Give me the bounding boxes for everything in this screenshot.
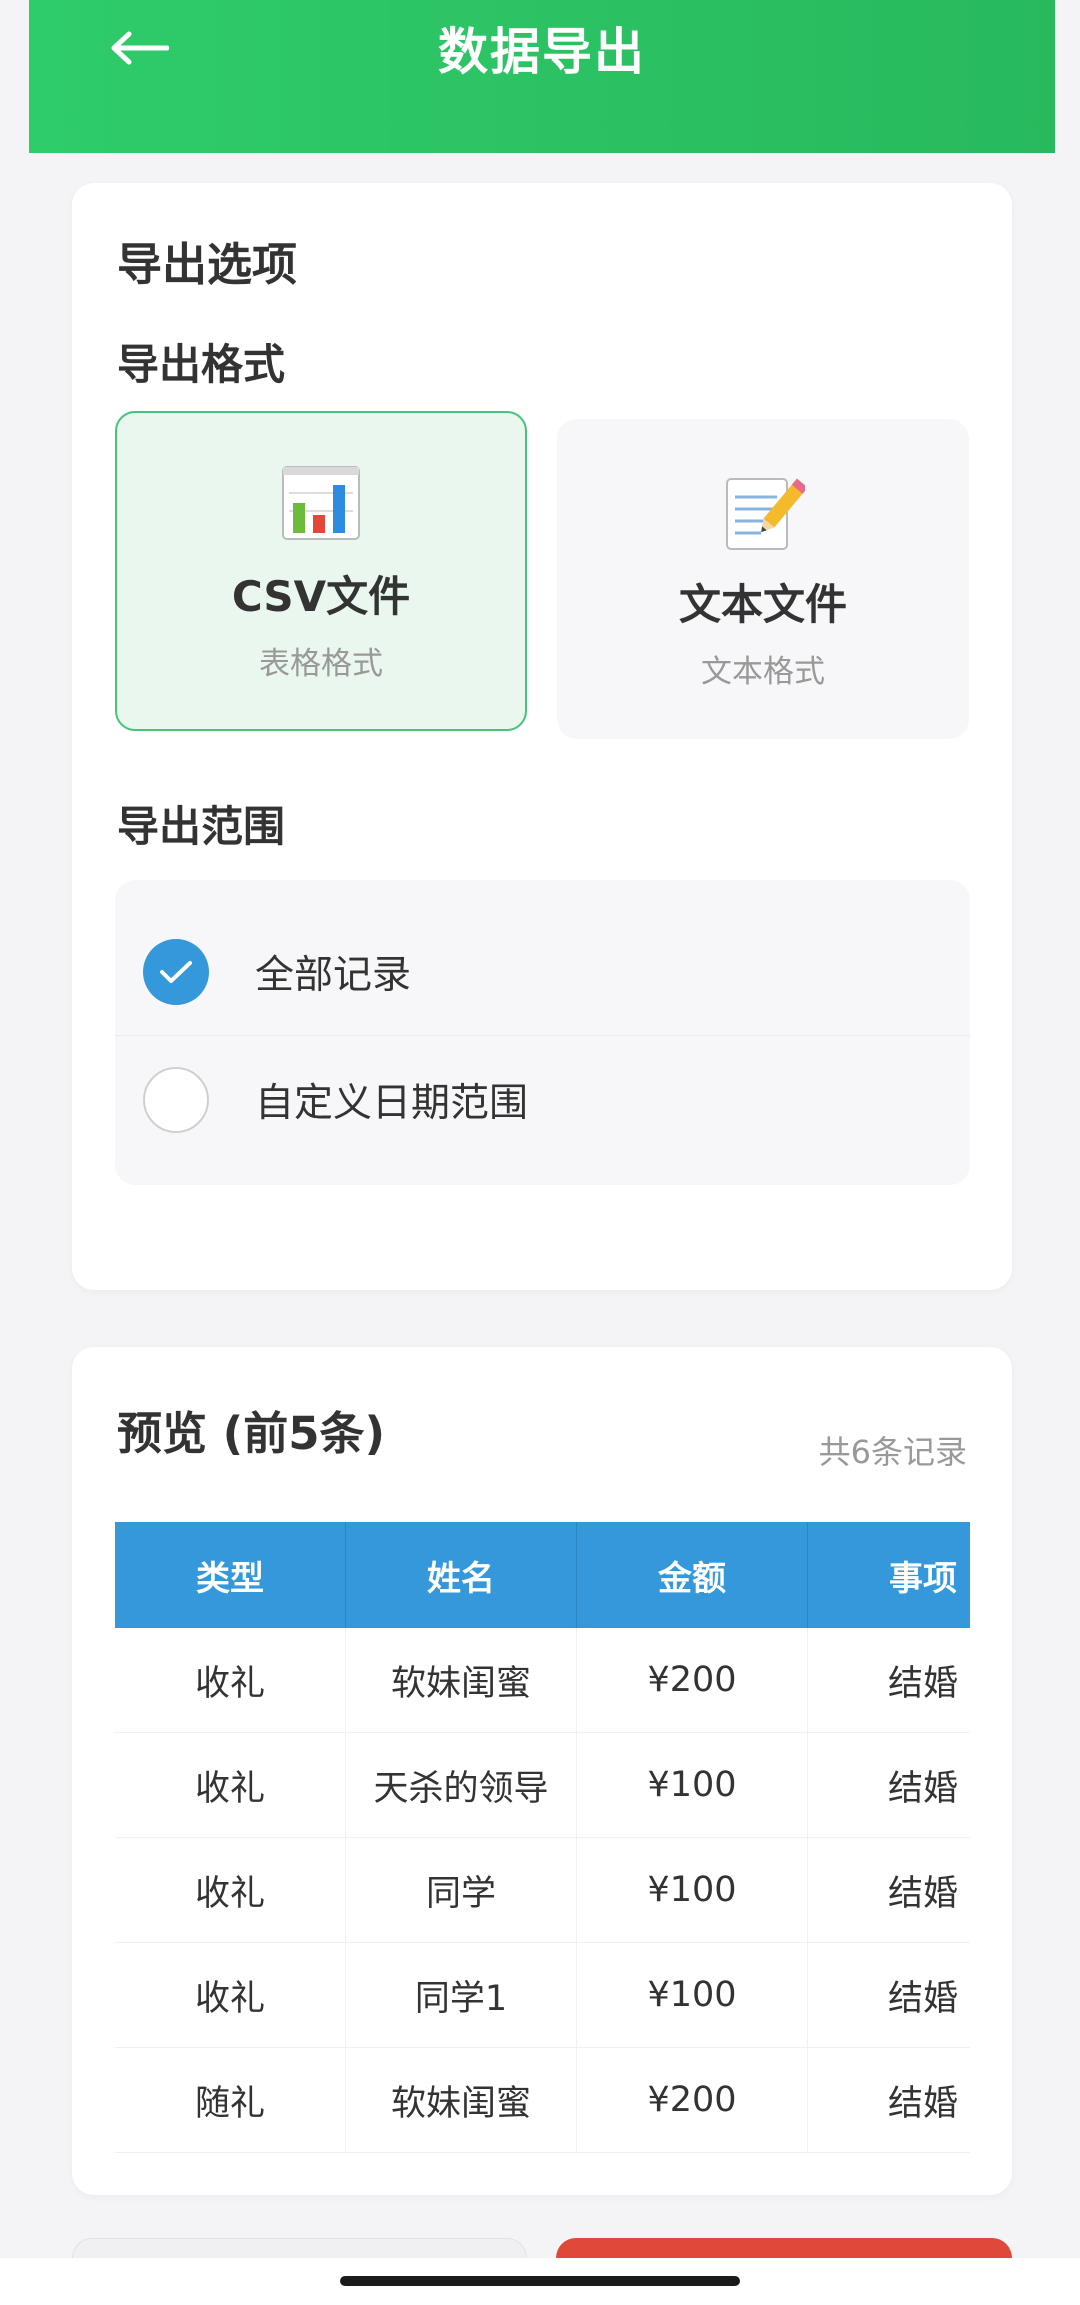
table-cell: 收礼 xyxy=(115,1733,346,1838)
table-row: 收礼 软妹闺蜜 ¥200 结婚 xyxy=(115,1628,970,1733)
format-section-label: 导出格式 xyxy=(117,340,286,389)
column-header: 金额 xyxy=(577,1522,808,1628)
table-cell: 天杀的领导 xyxy=(346,1733,577,1838)
format-sub-text: 文本格式 xyxy=(701,654,825,690)
table-header-row: 类型 姓名 金额 事项 xyxy=(115,1522,970,1628)
format-name-csv: CSV文件 xyxy=(231,572,411,621)
export-options-card: 导出选项 导出格式 CSV文件 表格格式 文本文件 文本格式 导出范围 全部记录… xyxy=(72,183,1012,1290)
format-sub-csv: 表格格式 xyxy=(259,646,383,682)
range-option-all[interactable]: 全部记录 xyxy=(115,908,970,1036)
table-cell: 结婚 xyxy=(808,1838,970,1943)
column-header: 事项 xyxy=(808,1522,970,1628)
app-header: 数据导出 xyxy=(29,0,1055,153)
format-option-text[interactable]: 文本文件 文本格式 xyxy=(557,419,969,739)
table-cell: 随礼 xyxy=(115,2048,346,2153)
table-cell: ¥100 xyxy=(577,1838,808,1943)
table-cell: ¥200 xyxy=(577,2048,808,2153)
table-cell: 收礼 xyxy=(115,1628,346,1733)
table-row: 随礼 软妹闺蜜 ¥200 结婚 xyxy=(115,2048,970,2153)
page-title: 数据导出 xyxy=(438,23,646,81)
radio-unchecked-icon[interactable] xyxy=(143,1067,209,1133)
table-cell: 收礼 xyxy=(115,1838,346,1943)
table-cell: 结婚 xyxy=(808,1628,970,1733)
table-row: 收礼 天杀的领导 ¥100 结婚 xyxy=(115,1733,970,1838)
table-cell: 结婚 xyxy=(808,2048,970,2153)
table-cell: 同学 xyxy=(346,1838,577,1943)
table-cell: 同学1 xyxy=(346,1943,577,2048)
table-cell: 软妹闺蜜 xyxy=(346,2048,577,2153)
table-cell: ¥100 xyxy=(577,1943,808,2048)
table-row: 收礼 同学1 ¥100 结婚 xyxy=(115,1943,970,2048)
column-header: 姓名 xyxy=(346,1522,577,1628)
home-indicator[interactable] xyxy=(340,2276,740,2286)
range-options: 全部记录 自定义日期范围 xyxy=(115,880,970,1185)
preview-title: 预览 (前5条) xyxy=(117,1407,386,1460)
bar-chart-icon xyxy=(117,463,525,553)
format-option-csv[interactable]: CSV文件 表格格式 xyxy=(115,411,527,731)
format-name-text: 文本文件 xyxy=(678,580,847,629)
column-header: 类型 xyxy=(115,1522,346,1628)
table-cell: 结婚 xyxy=(808,1733,970,1838)
table-cell: 结婚 xyxy=(808,1943,970,2048)
record-count: 共6条记录 xyxy=(818,1433,967,1471)
range-section-label: 导出范围 xyxy=(117,802,286,851)
range-option-custom[interactable]: 自定义日期范围 xyxy=(115,1036,970,1164)
preview-card: 预览 (前5条) 共6条记录 类型 姓名 金额 事项 收礼 软妹闺蜜 ¥200 … xyxy=(72,1347,1012,2195)
options-title: 导出选项 xyxy=(117,238,298,291)
preview-table[interactable]: 类型 姓名 金额 事项 收礼 软妹闺蜜 ¥200 结婚 收礼 天杀的领导 ¥10… xyxy=(115,1522,970,2153)
memo-pencil-icon xyxy=(559,471,967,561)
table-cell: 收礼 xyxy=(115,1943,346,2048)
table-cell: ¥100 xyxy=(577,1733,808,1838)
range-label-custom: 自定义日期范围 xyxy=(255,1081,529,1126)
checkmark-icon[interactable] xyxy=(143,938,209,1005)
table-cell: ¥200 xyxy=(577,1628,808,1733)
range-label-all: 全部记录 xyxy=(255,952,412,998)
table-cell: 软妹闺蜜 xyxy=(346,1628,577,1733)
table-row: 收礼 同学 ¥100 结婚 xyxy=(115,1838,970,1943)
